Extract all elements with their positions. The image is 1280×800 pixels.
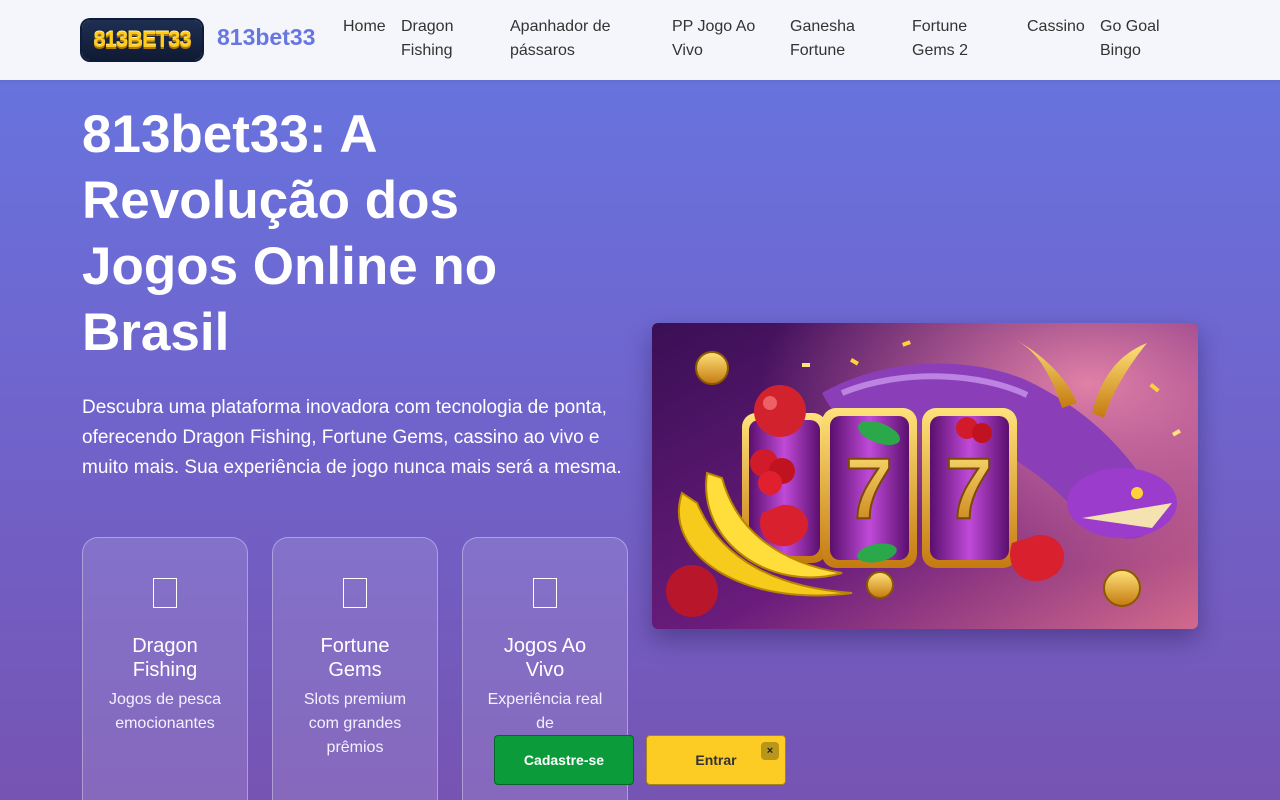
hero-illustration: 7 7 xyxy=(652,323,1198,629)
register-button[interactable]: Cadastre-se xyxy=(494,735,634,785)
nav-home[interactable]: Home xyxy=(343,15,393,39)
feature-card-title: Fortune Gems xyxy=(320,635,390,681)
feature-card-title: Jogos Ao Vivo xyxy=(503,635,587,681)
site-header: 813BET33 813bet33 Home Dragon Fishing Ap… xyxy=(0,0,1280,80)
svg-text:7: 7 xyxy=(845,441,893,537)
nav-cassino[interactable]: Cassino xyxy=(1027,15,1097,39)
feature-card-description: Slots premium com grandes prêmios xyxy=(303,691,407,756)
brand-name[interactable]: 813bet33 xyxy=(217,24,315,51)
site-logo[interactable]: 813BET33 xyxy=(82,20,202,60)
nav-go-goal-bingo[interactable]: Go Goal Bingo xyxy=(1100,15,1175,63)
missing-glyph-icon xyxy=(153,578,177,608)
nav-fortune-gems-2[interactable]: Fortune Gems 2 xyxy=(912,15,984,63)
slot-machine-dragon-image: 7 7 xyxy=(652,323,1198,629)
feature-card-fortune-gems[interactable]: Fortune Gems Slots premium com grandes p… xyxy=(272,537,438,800)
nav-dragon-fishing[interactable]: Dragon Fishing xyxy=(401,15,471,63)
nav-ganesha-fortune[interactable]: Ganesha Fortune xyxy=(790,15,870,63)
close-icon[interactable]: × xyxy=(761,742,779,760)
missing-glyph-icon xyxy=(343,578,367,608)
nav-apanhador-de-passaros[interactable]: Apanhador de pássaros xyxy=(510,15,635,63)
feature-card-description: Experiência real de xyxy=(487,691,603,732)
feature-card-description: Jogos de pesca emocionantes xyxy=(108,691,222,732)
missing-glyph-icon xyxy=(533,578,557,608)
hero-description: Descubra uma plataforma inovadora com te… xyxy=(82,397,622,478)
feature-card-title: Dragon Fishing xyxy=(132,635,198,681)
logo-text: 813BET33 xyxy=(93,27,191,52)
feature-card-dragon-fishing[interactable]: Dragon Fishing Jogos de pesca emocionant… xyxy=(82,537,248,800)
svg-text:7: 7 xyxy=(945,441,993,537)
nav-pp-jogo-ao-vivo[interactable]: PP Jogo Ao Vivo xyxy=(672,15,767,63)
hero-title: 813bet33: A Revolução dos Jogos Online n… xyxy=(82,105,498,362)
